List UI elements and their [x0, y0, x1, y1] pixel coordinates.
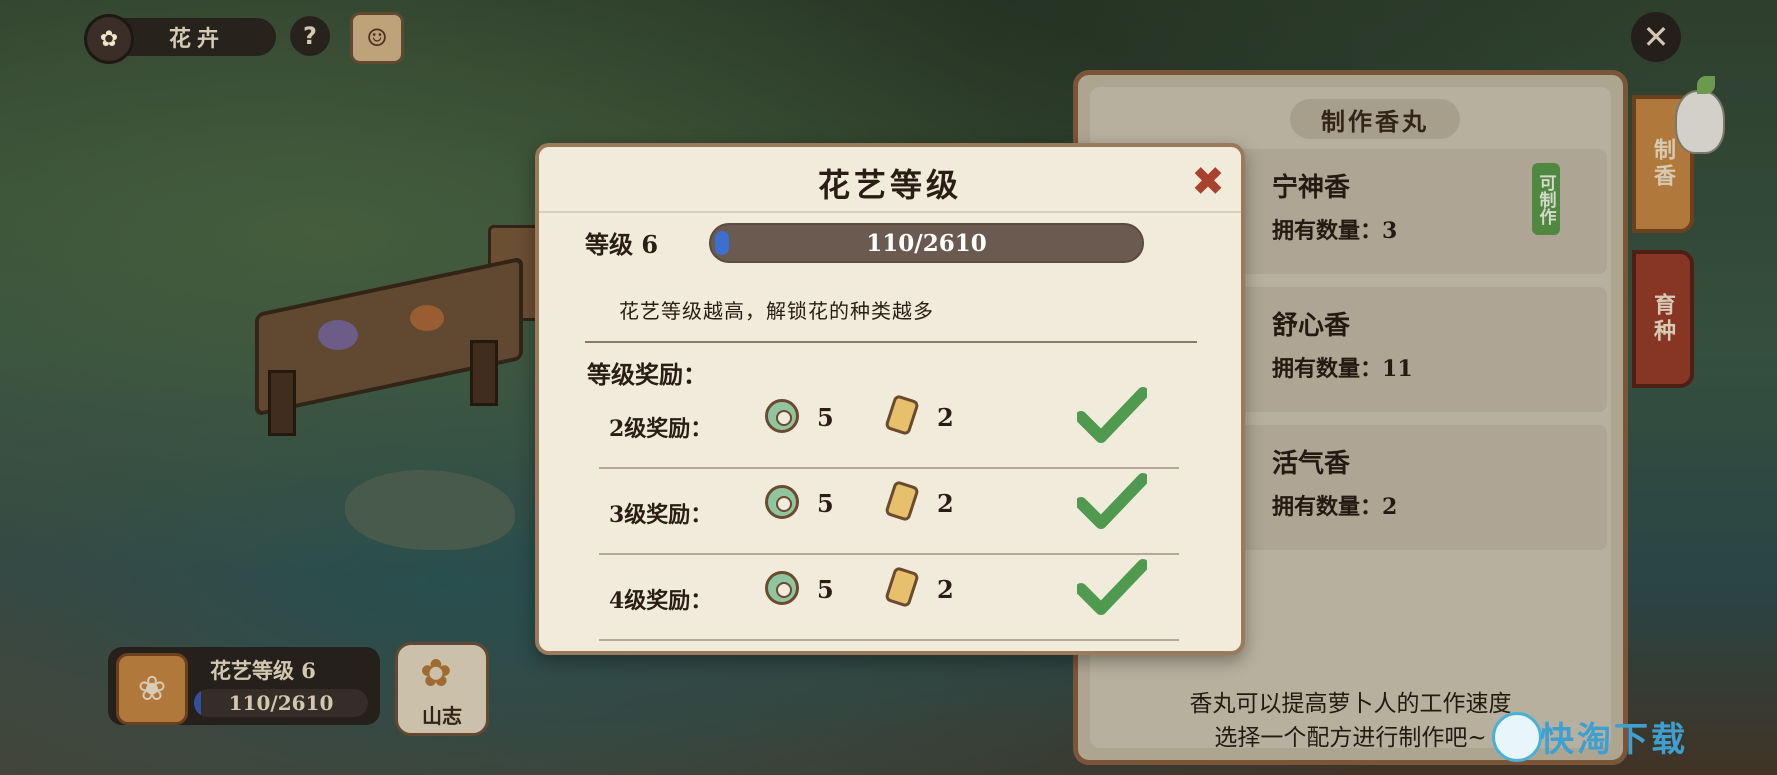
- character-avatar-button[interactable]: ☺: [350, 12, 404, 64]
- jade-coin-icon: [765, 571, 799, 605]
- close-icon[interactable]: ✖: [1185, 159, 1231, 205]
- coin-quantity: 5: [817, 575, 834, 604]
- check-icon: [1077, 559, 1147, 615]
- flower-icon: ✿: [84, 14, 134, 64]
- reward-row: 4级奖励： 5 2: [599, 555, 1179, 641]
- scroll-icon: [884, 479, 920, 523]
- flower-decoration: [410, 305, 444, 331]
- section-title: 花卉: [118, 18, 276, 56]
- coin-quantity: 5: [817, 403, 834, 432]
- jade-coin-icon: [765, 399, 799, 433]
- table-leg: [470, 340, 498, 406]
- level-progress-bar: 110/2610: [709, 223, 1144, 263]
- reward-label: 3级奖励：: [609, 502, 713, 528]
- recipe-count: 拥有数量：3: [1272, 218, 1398, 244]
- watermark-logo: [1492, 712, 1542, 762]
- jade-coin-icon: [765, 485, 799, 519]
- recipe-count: 拥有数量：2: [1272, 494, 1398, 520]
- scroll-quantity: 2: [937, 403, 954, 432]
- recipe-name: 舒心香: [1272, 311, 1351, 341]
- floral-level-dialog: 花艺等级 ✖ 等级 6 110/2610 花艺等级越高，解锁花的种类越多 等级奖…: [535, 143, 1245, 655]
- progress-text: 110/2610: [866, 229, 987, 257]
- check-icon: [1077, 387, 1147, 443]
- recipe-name: 活气香: [1272, 449, 1351, 479]
- reward-label: 4级奖励：: [609, 588, 713, 614]
- floral-progress-bar: 110/2610: [194, 689, 368, 717]
- check-icon: [1077, 473, 1147, 529]
- scroll-quantity: 2: [937, 575, 954, 604]
- panel-title: 制作香丸: [1290, 99, 1460, 139]
- flower-decoration: [318, 320, 358, 350]
- close-icon[interactable]: ✕: [1631, 12, 1681, 62]
- floral-skill-icon: ❀: [116, 653, 188, 725]
- reward-label: 2级奖励：: [609, 416, 713, 442]
- recipe-count: 拥有数量：11: [1272, 356, 1413, 382]
- floral-level-label: 花艺等级 6: [210, 658, 316, 683]
- coin-quantity: 5: [817, 489, 834, 518]
- dialog-title: 花艺等级: [817, 166, 962, 204]
- watermark-text: 快淘下载: [1540, 720, 1688, 760]
- reward-row: 2级奖励： 5 2: [599, 383, 1179, 469]
- radish-mascot: [1675, 76, 1725, 154]
- scroll-icon: [884, 565, 920, 609]
- divider: [585, 341, 1197, 343]
- mountain-journal-button[interactable]: ✿ 山志: [395, 642, 489, 736]
- help-button[interactable]: ?: [290, 16, 330, 56]
- reward-row: 3级奖励： 5 2: [599, 469, 1179, 555]
- level-description: 花艺等级越高，解锁花的种类越多: [619, 299, 934, 323]
- mountain-journal-label: 山志: [422, 704, 462, 728]
- table-leg: [268, 370, 296, 436]
- scroll-icon: [884, 393, 920, 437]
- scroll-quantity: 2: [937, 489, 954, 518]
- floral-level-card[interactable]: ❀ 花艺等级 6 110/2610: [108, 647, 380, 725]
- divider: [539, 211, 1241, 213]
- row-divider: [599, 639, 1179, 641]
- hint-line: 香丸可以提高萝卜人的工作速度: [1189, 691, 1512, 717]
- level-label: 等级 6: [585, 230, 659, 259]
- tab-breeding[interactable]: 育种: [1632, 250, 1694, 388]
- craftable-badge: 可制作: [1532, 163, 1560, 235]
- flower-icon: ✿: [420, 651, 452, 695]
- recipe-name: 宁神香: [1272, 173, 1351, 203]
- progress-text: 110/2610: [228, 691, 334, 715]
